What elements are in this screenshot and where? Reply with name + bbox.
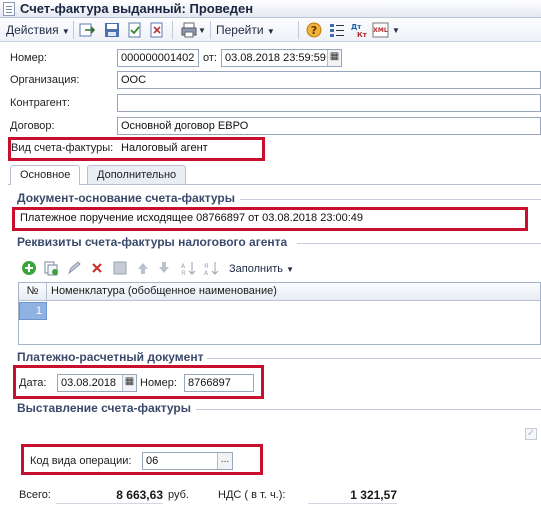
fill-menu[interactable]: Заполнить ▼ xyxy=(229,261,294,277)
xml-menu-chevron-icon[interactable]: ▼ xyxy=(392,23,400,39)
row-number-cell[interactable]: 1 xyxy=(19,302,47,320)
issue-section-title: Выставление счета-фактуры xyxy=(17,401,191,415)
move-down-icon[interactable] xyxy=(156,260,172,276)
date-field[interactable]: 03.08.2018 23:59:59 ▦ xyxy=(221,49,342,67)
svg-text:A: A xyxy=(204,270,209,276)
edit-row-icon[interactable] xyxy=(66,260,82,276)
contract-label: Договор: xyxy=(10,120,55,132)
table-header: № Номенклатура (обобщенное наименование) xyxy=(19,283,540,301)
date-from-label: от: xyxy=(203,52,217,64)
chevron-down-icon: ▼ xyxy=(286,265,294,274)
vat-value: 1 321,57 xyxy=(308,486,397,504)
currency-label: руб. xyxy=(168,489,189,501)
organization-field[interactable]: ООС xyxy=(117,71,541,89)
window-title: Счет-фактура выданный: Проведен xyxy=(20,1,254,16)
svg-text:XML: XML xyxy=(373,27,388,34)
highlight-box xyxy=(8,137,265,161)
svg-text:Я: Я xyxy=(181,270,185,276)
unpost-icon[interactable] xyxy=(148,21,166,39)
window-title-bar: Счет-фактура выданный: Проведен xyxy=(0,0,541,18)
copy-row-icon[interactable] xyxy=(43,260,59,276)
number-field[interactable]: 000000001402 xyxy=(117,49,199,67)
move-up-icon[interactable] xyxy=(135,260,151,276)
highlight-box xyxy=(12,207,528,231)
actions-menu[interactable]: Действия ▼ xyxy=(6,22,70,38)
counterparty-field[interactable] xyxy=(117,94,541,112)
print-icon[interactable] xyxy=(180,21,198,39)
save-icon[interactable] xyxy=(103,21,121,39)
total-value: 8 663,63 xyxy=(56,486,163,504)
number-label: Номер: xyxy=(10,52,47,64)
payment-section-title: Платежно-расчетный документ xyxy=(17,350,204,364)
svg-text:A: A xyxy=(181,263,186,270)
svg-text:Кт: Кт xyxy=(357,31,368,38)
table-row[interactable]: 1 xyxy=(19,302,540,320)
toolbar: Действия ▼ ▼ Перейти ▼ ? Дт Кт XML ▼ xyxy=(0,18,541,42)
goto-menu[interactable]: Перейти ▼ xyxy=(216,22,275,38)
fill-menu-label: Заполнить xyxy=(229,263,284,275)
tab-panel-border xyxy=(8,184,541,185)
structure-icon[interactable] xyxy=(328,21,346,39)
post-and-close-icon[interactable] xyxy=(78,21,96,39)
end-edit-icon[interactable] xyxy=(112,260,128,276)
checkbox-icon[interactable]: ✓ xyxy=(525,428,537,440)
post-icon[interactable] xyxy=(126,21,144,39)
goto-menu-label: Перейти xyxy=(216,23,264,37)
delete-row-icon[interactable] xyxy=(89,260,105,276)
agent-table[interactable]: № Номенклатура (обобщенное наименование)… xyxy=(18,282,541,345)
organization-label: Организация: xyxy=(10,74,80,86)
accounting-entries-icon[interactable]: Дт Кт xyxy=(350,21,368,39)
chevron-down-icon: ▼ xyxy=(266,27,275,36)
calendar-icon[interactable]: ▦ xyxy=(327,50,341,66)
sort-ascending-icon[interactable]: AЯ xyxy=(181,260,197,276)
highlight-box xyxy=(21,444,263,475)
vat-label: НДС ( в т. ч.): xyxy=(218,489,286,501)
svg-text:Дт: Дт xyxy=(351,23,362,31)
help-icon[interactable]: ? xyxy=(305,21,323,39)
svg-text:Я: Я xyxy=(204,263,208,270)
tab-main[interactable]: Основное xyxy=(10,165,81,185)
total-label: Всего: xyxy=(19,489,51,501)
chevron-down-icon: ▼ xyxy=(61,27,70,36)
sort-descending-icon[interactable]: ЯA xyxy=(204,260,220,276)
print-menu-chevron-icon[interactable]: ▼ xyxy=(198,23,206,39)
column-header-number[interactable]: № xyxy=(19,283,47,301)
highlight-box xyxy=(13,365,264,399)
document-icon xyxy=(3,2,15,16)
base-doc-section-title: Документ-основание счета-фактуры xyxy=(17,191,236,205)
agent-section-title: Реквизиты счета-фактуры налогового агент… xyxy=(17,235,288,249)
column-header-nomenclature[interactable]: Номенклатура (обобщенное наименование) xyxy=(51,283,277,301)
tab-additional[interactable]: Дополнительно xyxy=(87,165,187,185)
date-field-value: 03.08.2018 23:59:59 xyxy=(225,52,326,64)
counterparty-label: Контрагент: xyxy=(10,97,70,109)
add-row-icon[interactable] xyxy=(21,260,37,276)
svg-text:?: ? xyxy=(311,24,317,37)
export-xml-icon[interactable]: XML xyxy=(372,21,390,39)
actions-menu-label: Действия xyxy=(6,23,59,37)
contract-field[interactable]: Основной договор ЕВРО xyxy=(117,117,541,135)
